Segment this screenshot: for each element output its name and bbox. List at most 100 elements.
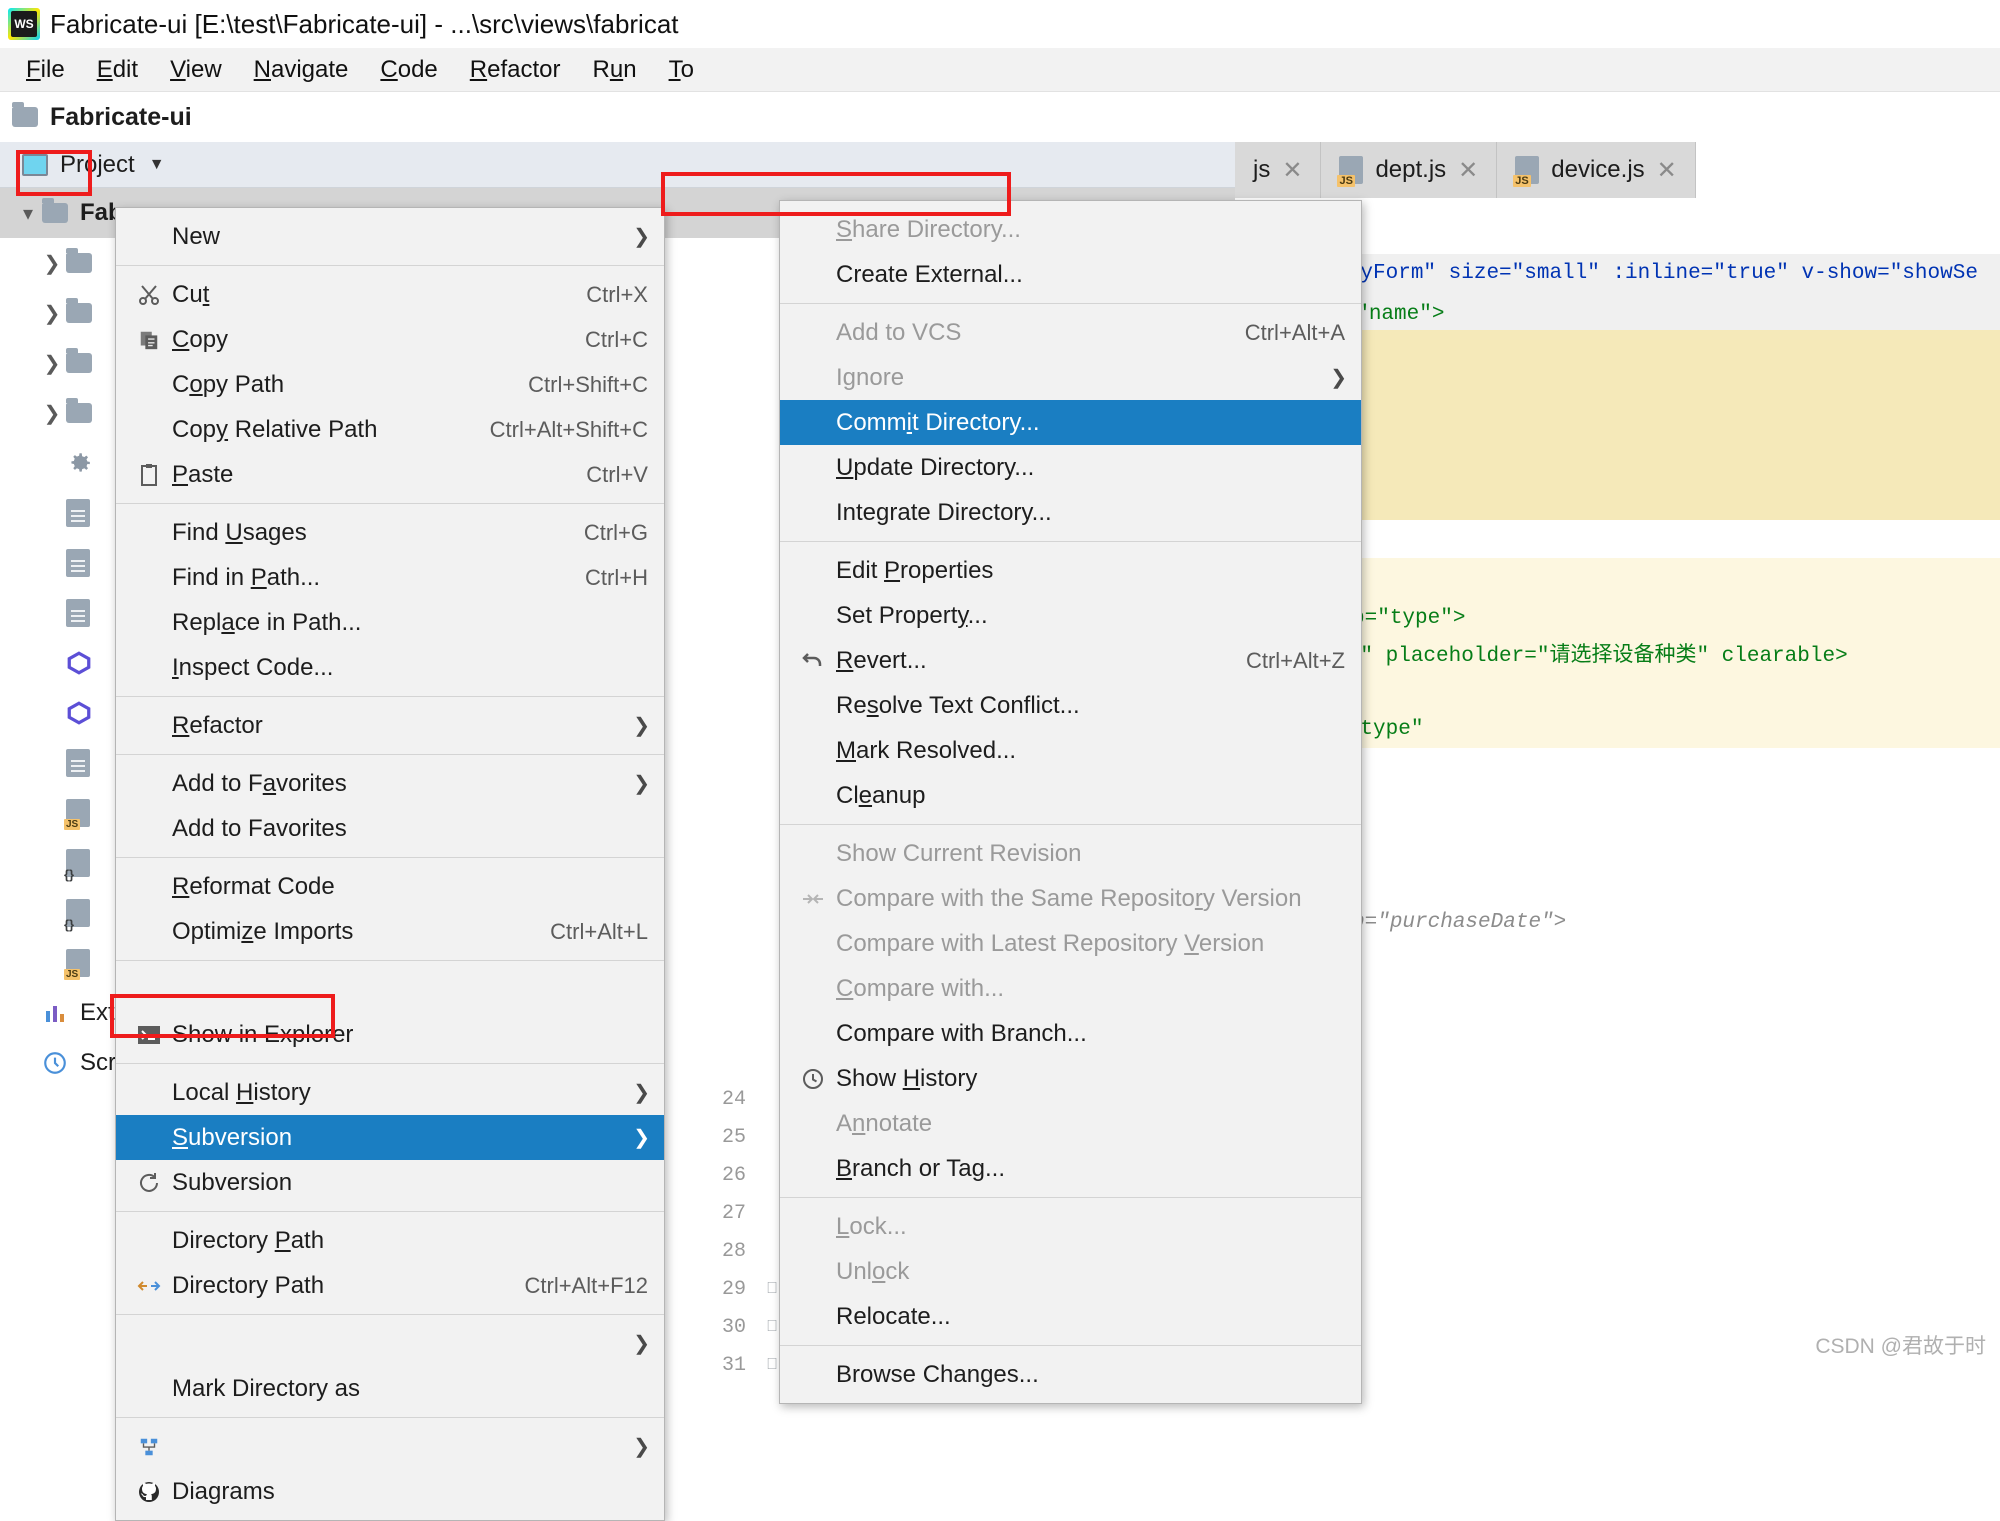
menu-item-subversion[interactable]: Subversion ❯ bbox=[116, 1115, 664, 1160]
menu-item-shortcut: Ctrl+Alt+Shift+C bbox=[490, 417, 664, 443]
submenu-item-branch-or-tag[interactable]: Branch or Tag... bbox=[780, 1146, 1361, 1191]
submenu-item-integrate-directory[interactable]: Integrate Directory... bbox=[780, 490, 1361, 535]
json-file-icon bbox=[66, 899, 90, 927]
chevron-right-icon[interactable]: ❯ bbox=[38, 301, 66, 326]
menu-item-find-usages[interactable]: Find Usages Ctrl+G bbox=[116, 510, 664, 555]
menu-item-copy-path[interactable]: Copy Path Ctrl+Shift+C bbox=[116, 362, 664, 407]
menu-item-label: Mark Directory as bbox=[172, 1375, 664, 1403]
submenu-item-relocate[interactable]: Relocate... bbox=[780, 1294, 1361, 1339]
menu-separator bbox=[116, 1211, 664, 1212]
scissors-icon bbox=[126, 283, 172, 307]
menu-item-shortcut: Ctrl+Shift+C bbox=[528, 372, 664, 398]
chevron-down-icon[interactable]: ▾ bbox=[14, 201, 42, 226]
menu-item-directory-path[interactable]: Directory Path bbox=[116, 1218, 664, 1263]
submenu-item-show-history[interactable]: Show History bbox=[780, 1056, 1361, 1101]
menu-item-local-history[interactable]: Local History ❯ bbox=[116, 1070, 664, 1115]
close-icon[interactable]: ✕ bbox=[1282, 156, 1302, 185]
menu-item-remove-bom[interactable]: Mark Directory as bbox=[116, 1366, 664, 1411]
menu-file[interactable]: File bbox=[10, 54, 81, 86]
menu-item-label: Unlock bbox=[836, 1258, 1361, 1286]
chevron-right-icon: ❯ bbox=[633, 771, 664, 796]
submenu-item-browse-changes[interactable]: Browse Changes... bbox=[780, 1352, 1361, 1397]
submenu-item-update-directory[interactable]: Update Directory... bbox=[780, 445, 1361, 490]
context-menu[interactable]: New ❯ Cut Ctrl+X Copy Ctrl+C Copy Path C… bbox=[115, 207, 665, 1521]
menu-item-shortcut: Ctrl+G bbox=[584, 520, 664, 546]
menu-view[interactable]: View bbox=[154, 54, 238, 86]
menu-item-compare-with[interactable]: Directory Path Ctrl+Alt+F12 bbox=[116, 1263, 664, 1308]
menu-run[interactable]: Run bbox=[577, 54, 653, 86]
menu-item-inspect-code[interactable]: Inspect Code... bbox=[116, 645, 664, 690]
editor-tab-0[interactable]: js ✕ bbox=[1235, 142, 1321, 198]
submenu-item-commit-directory[interactable]: Commit Directory... bbox=[780, 400, 1361, 445]
folder-icon bbox=[12, 107, 38, 127]
close-icon[interactable]: ✕ bbox=[1657, 156, 1677, 185]
chevron-right-icon[interactable]: ❯ bbox=[38, 251, 66, 276]
menu-item-find-in-path[interactable]: Find in Path... Ctrl+H bbox=[116, 555, 664, 600]
menu-item-label: Find in Path... bbox=[172, 564, 585, 592]
submenu-item-add-to-vcs: Add to VCS Ctrl+Alt+A bbox=[780, 310, 1361, 355]
menu-item-copy[interactable]: Copy Ctrl+C bbox=[116, 317, 664, 362]
clock-icon bbox=[42, 1050, 68, 1076]
menu-item-open-in-terminal[interactable]: Show in Explorer bbox=[116, 1012, 664, 1057]
menu-item-label: Commit Directory... bbox=[836, 409, 1361, 437]
menu-item-optimize-imports[interactable]: Optimize Imports Ctrl+Alt+L bbox=[116, 909, 664, 954]
menu-item-shortcut: Ctrl+Alt+L bbox=[550, 919, 664, 945]
menu-item-new[interactable]: New ❯ bbox=[116, 214, 664, 259]
line-number: 24 bbox=[690, 1088, 746, 1111]
menu-item-label: Update Directory... bbox=[836, 454, 1361, 482]
editor-tab-dept[interactable]: dept.js ✕ bbox=[1321, 142, 1497, 198]
submenu-item-ignore: Ignore ❯ bbox=[780, 355, 1361, 400]
menu-item-label: Directory Path bbox=[172, 1227, 648, 1255]
menu-item-refactor[interactable]: Refactor ❯ bbox=[116, 703, 664, 748]
chevron-right-icon[interactable]: ❯ bbox=[38, 401, 66, 426]
menu-navigate[interactable]: Navigate bbox=[238, 54, 365, 86]
menu-item-paste[interactable]: Paste Ctrl+V bbox=[116, 452, 664, 497]
submenu-item-revert[interactable]: Revert... Ctrl+Alt+Z bbox=[780, 638, 1361, 683]
subversion-submenu[interactable]: Share Directory... Create External... Ad… bbox=[779, 200, 1362, 1404]
submenu-item-create-external[interactable]: Create External... bbox=[780, 252, 1361, 297]
js-file-icon bbox=[66, 949, 90, 977]
submenu-item-resolve-text-conflict[interactable]: Resolve Text Conflict... bbox=[780, 683, 1361, 728]
terminal-icon bbox=[126, 1025, 172, 1045]
menu-item-add-to-favorites[interactable]: Add to Favorites ❯ bbox=[116, 761, 664, 806]
project-breadcrumb: Fabricate-ui bbox=[0, 92, 2000, 142]
submenu-item-mark-resolved[interactable]: Mark Resolved... bbox=[780, 728, 1361, 773]
menu-separator bbox=[780, 303, 1361, 304]
menu-edit[interactable]: Edit bbox=[81, 54, 154, 86]
editor-tab-device[interactable]: device.js ✕ bbox=[1497, 142, 1695, 198]
menu-tools[interactable]: To bbox=[653, 54, 710, 86]
menu-item-cut[interactable]: Cut Ctrl+X bbox=[116, 272, 664, 317]
copy-icon bbox=[126, 329, 172, 351]
menu-item-show-image-thumbnails[interactable]: Add to Favorites bbox=[116, 806, 664, 851]
menu-separator bbox=[780, 1345, 1361, 1346]
menu-item-copy-relative-path[interactable]: Copy Relative Path Ctrl+Alt+Shift+C bbox=[116, 407, 664, 452]
close-icon[interactable]: ✕ bbox=[1458, 156, 1478, 185]
menu-item-shortcut: Ctrl+Alt+F12 bbox=[525, 1273, 665, 1299]
menu-item-label: Integrate Directory... bbox=[836, 499, 1361, 527]
file-icon bbox=[66, 499, 90, 527]
submenu-item-edit-properties[interactable]: Edit Properties bbox=[780, 548, 1361, 593]
submenu-item-set-property[interactable]: Set Property... bbox=[780, 593, 1361, 638]
menu-refactor[interactable]: Refactor bbox=[454, 54, 577, 86]
vue-icon bbox=[66, 700, 92, 726]
menu-separator bbox=[116, 696, 664, 697]
menu-item-label: Lock... bbox=[836, 1213, 1361, 1241]
menu-item-label: Add to Favorites bbox=[172, 770, 633, 798]
menu-item-synchronize[interactable]: Subversion bbox=[116, 1160, 664, 1205]
submenu-item-cleanup[interactable]: Cleanup bbox=[780, 773, 1361, 818]
submenu-item-compare-with-branch[interactable]: Compare with Branch... bbox=[780, 1011, 1361, 1056]
menu-item-label: Subversion bbox=[172, 1124, 633, 1152]
chevron-right-icon[interactable]: ❯ bbox=[38, 351, 66, 376]
menu-item-replace-in-path[interactable]: Replace in Path... bbox=[116, 600, 664, 645]
menu-item-reformat-code[interactable]: Reformat Code bbox=[116, 864, 664, 909]
menu-item-diagrams[interactable]: ❯ bbox=[116, 1424, 664, 1469]
chevron-down-icon[interactable]: ▼ bbox=[149, 156, 165, 174]
menu-code[interactable]: Code bbox=[364, 54, 453, 86]
menu-item-label: Branch or Tag... bbox=[836, 1155, 1361, 1183]
menu-item-mark-directory-as[interactable]: ❯ bbox=[116, 1321, 664, 1366]
menu-item-label: Optimize Imports bbox=[172, 918, 550, 946]
menu-item-create-gist[interactable]: Diagrams bbox=[116, 1469, 664, 1514]
menu-item-show-in-explorer[interactable] bbox=[116, 967, 664, 1012]
menu-item-shortcut: Ctrl+H bbox=[585, 565, 664, 591]
chevron-right-icon: ❯ bbox=[633, 1331, 664, 1356]
